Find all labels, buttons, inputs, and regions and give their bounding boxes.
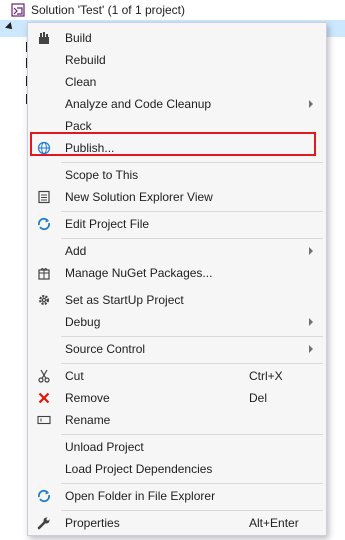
menu-item-rebuild[interactable]: Rebuild [29, 49, 325, 71]
menu-separator [61, 483, 323, 484]
menu-separator [61, 510, 323, 511]
menu-item-build[interactable]: Build [29, 27, 325, 49]
menu-item-debug[interactable]: Debug [29, 311, 325, 333]
menu-separator [61, 363, 323, 364]
project-context-menu: Build Rebuild Clean Analyze and Code Cle… [27, 22, 327, 536]
menu-item-set-startup-project[interactable]: Set as StartUp Project [29, 289, 325, 311]
build-icon [36, 30, 52, 46]
menu-item-edit-project-file[interactable]: Edit Project File [29, 213, 325, 235]
menu-separator [61, 434, 323, 435]
submenu-arrow-icon [309, 345, 313, 353]
edit-refresh-icon [36, 216, 52, 232]
menu-item-remove[interactable]: Remove Del [29, 387, 325, 409]
menu-item-new-solution-explorer-view[interactable]: New Solution Explorer View [29, 186, 325, 208]
menu-separator [61, 211, 323, 212]
menu-item-source-control[interactable]: Source Control [29, 338, 325, 360]
menu-item-add[interactable]: Add [29, 240, 325, 262]
menu-item-manage-nuget[interactable]: Manage NuGet Packages... [29, 262, 325, 284]
menu-item-publish[interactable]: Publish... [29, 137, 325, 159]
menu-item-clean[interactable]: Clean [29, 71, 325, 93]
globe-icon [36, 140, 52, 156]
wrench-icon [36, 515, 52, 531]
menu-separator [61, 238, 323, 239]
menu-separator [61, 162, 323, 163]
submenu-arrow-icon [309, 100, 313, 108]
menu-item-cut[interactable]: Cut Ctrl+X [29, 365, 325, 387]
rename-icon [36, 412, 52, 428]
new-view-icon [36, 189, 52, 205]
solution-icon [11, 3, 25, 17]
menu-item-unload-project[interactable]: Unload Project [29, 436, 325, 458]
solution-label: Solution 'Test' (1 of 1 project) [31, 3, 185, 17]
menu-item-load-project-dependencies[interactable]: Load Project Dependencies [29, 458, 325, 480]
solution-node[interactable]: Solution 'Test' (1 of 1 project) [0, 0, 345, 20]
menu-separator [61, 336, 323, 337]
menu-item-scope-to-this[interactable]: Scope to This [29, 164, 325, 186]
menu-item-properties[interactable]: Properties Alt+Enter [29, 512, 325, 534]
menu-item-analyze-code-cleanup[interactable]: Analyze and Code Cleanup [29, 93, 325, 115]
gear-icon [36, 292, 52, 308]
scissors-icon [36, 368, 52, 384]
menu-item-pack[interactable]: Pack [29, 115, 325, 137]
menu-item-rename[interactable]: Rename [29, 409, 325, 431]
open-folder-icon [36, 488, 52, 504]
menu-item-open-folder[interactable]: Open Folder in File Explorer [29, 485, 325, 507]
nuget-icon [36, 265, 52, 281]
submenu-arrow-icon [309, 247, 313, 255]
submenu-arrow-icon [309, 318, 313, 326]
remove-x-icon [36, 390, 52, 406]
